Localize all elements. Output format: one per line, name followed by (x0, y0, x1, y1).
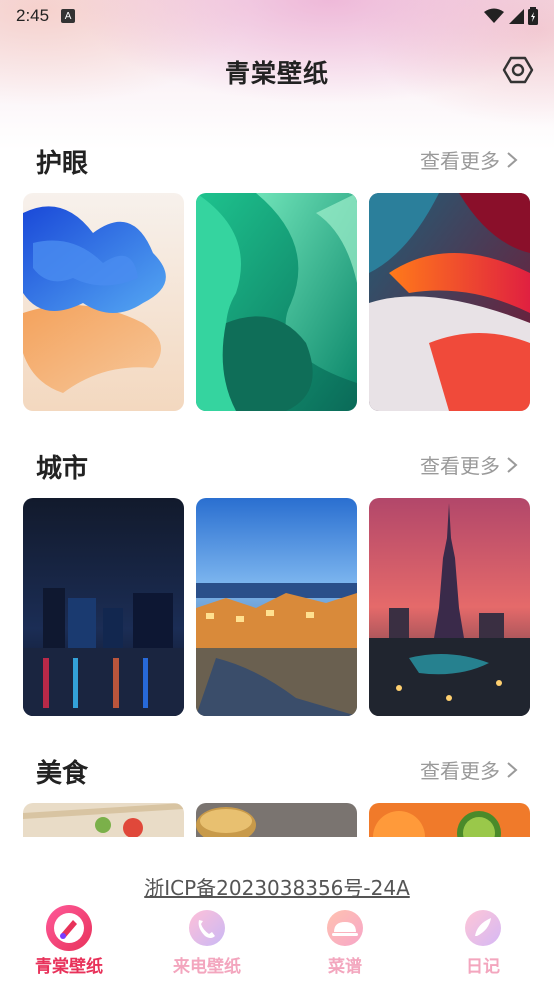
signal-icon (509, 9, 524, 24)
status-icons (484, 7, 538, 25)
chevron-right-icon (507, 151, 518, 168)
settings-icon[interactable] (502, 54, 534, 86)
more-link-eyecare[interactable]: 查看更多 (420, 145, 518, 174)
notification-icon: A (61, 9, 76, 23)
status-bar: 2:45 A (0, 0, 554, 32)
app-header: 青棠壁纸 (0, 48, 554, 96)
wallpaper-thumb[interactable] (23, 803, 184, 837)
wallpaper-thumb[interactable] (196, 193, 357, 411)
dish-cover-icon (327, 910, 363, 946)
phone-icon (189, 910, 225, 946)
feather-pen-icon (465, 910, 501, 946)
section-title-food: 美食 (36, 759, 89, 789)
wallpaper-thumb[interactable] (23, 193, 184, 411)
tab-label: 来电壁纸 (173, 957, 241, 977)
tab-recipes[interactable]: 菜谱 (279, 900, 399, 984)
wallpaper-thumb[interactable] (369, 803, 530, 837)
wallpaper-thumb[interactable] (196, 803, 357, 837)
more-link-label: 查看更多 (420, 454, 500, 478)
wallpaper-thumb[interactable] (369, 193, 530, 411)
battery-icon (528, 7, 538, 25)
tab-wallpaper[interactable]: 青棠壁纸 (3, 900, 123, 984)
page-title: 青棠壁纸 (224, 59, 329, 88)
chevron-right-icon (507, 761, 518, 778)
wallpaper-tab-icon (46, 905, 92, 951)
wallpaper-thumb[interactable] (23, 498, 184, 716)
tab-diary[interactable]: 日记 (417, 900, 537, 984)
tab-label: 菜谱 (328, 957, 362, 977)
section-title-city: 城市 (36, 454, 89, 484)
icp-link[interactable]: 浙ICP备2023038356号-24A (0, 872, 554, 901)
wallpaper-thumb[interactable] (369, 498, 530, 716)
more-link-food[interactable]: 查看更多 (420, 755, 518, 784)
bottom-tab-bar: 青棠壁纸 来电壁纸 菜谱 日记 (0, 900, 554, 984)
wifi-icon (484, 8, 504, 23)
status-time: 2:45 (16, 6, 50, 25)
more-link-label: 查看更多 (420, 759, 500, 783)
section-title-eyecare: 护眼 (36, 149, 89, 179)
more-link-city[interactable]: 查看更多 (420, 450, 518, 479)
tab-call-wallpaper[interactable]: 来电壁纸 (141, 900, 261, 984)
chevron-right-icon (507, 456, 518, 473)
wallpaper-thumb[interactable] (196, 498, 357, 716)
tab-label: 青棠壁纸 (35, 957, 103, 977)
more-link-label: 查看更多 (420, 149, 500, 173)
tab-label: 日记 (466, 957, 500, 977)
